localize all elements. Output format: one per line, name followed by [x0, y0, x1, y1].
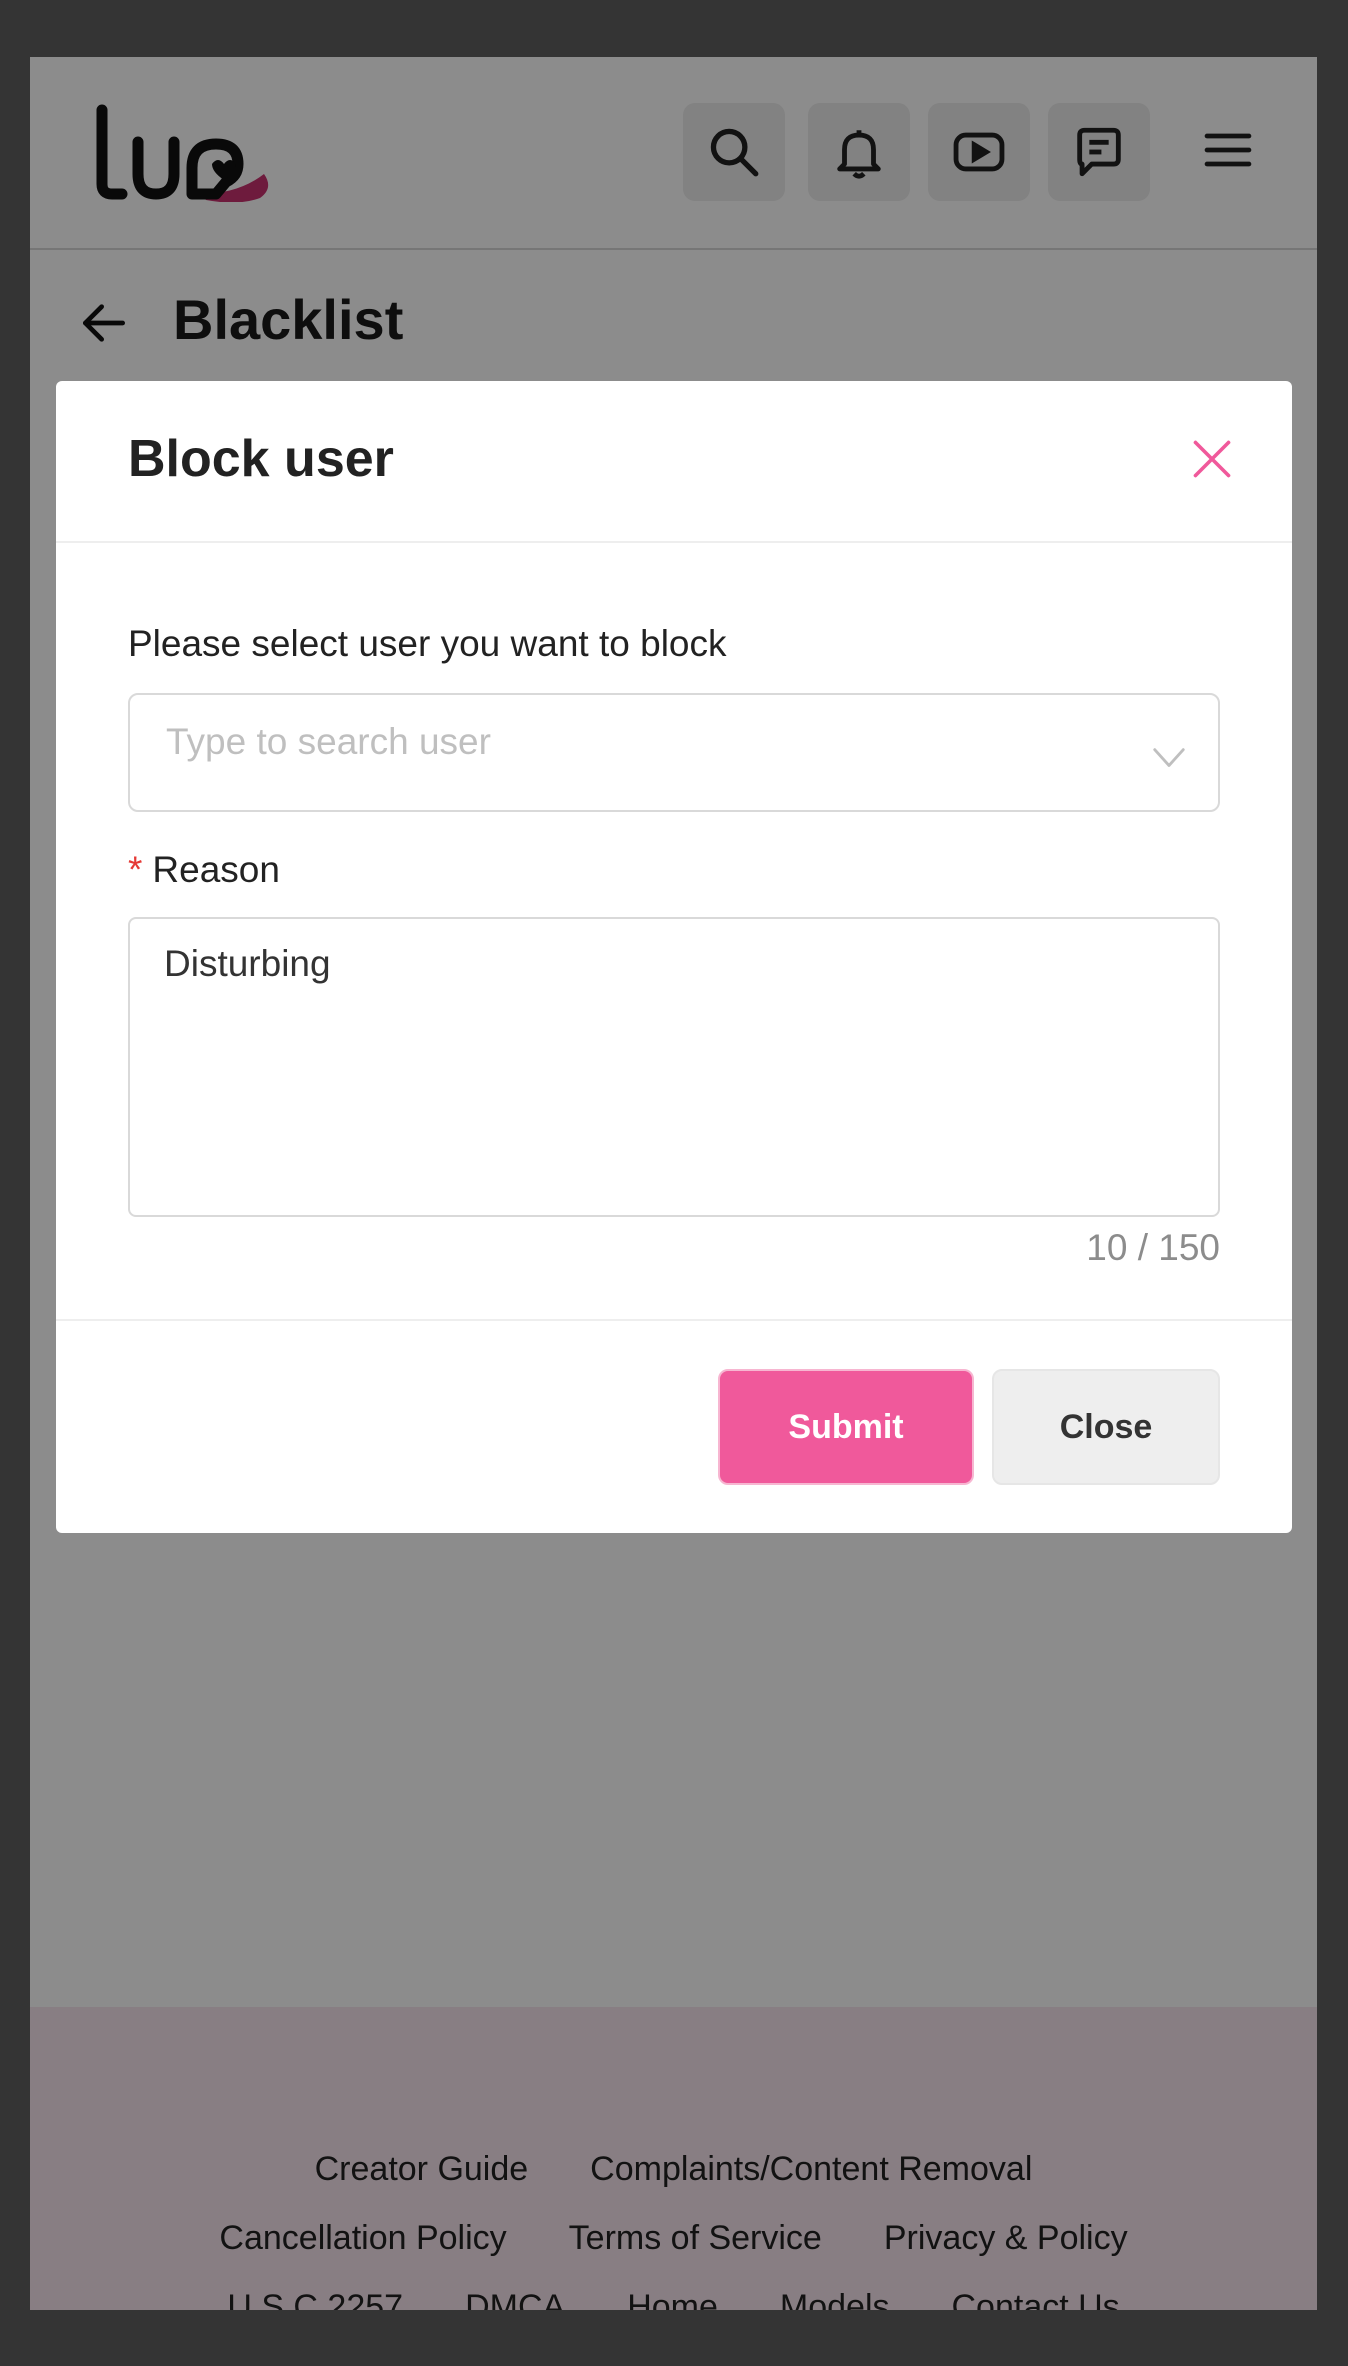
- reason-label: * Reason: [128, 849, 280, 891]
- modal-header: Block user: [56, 381, 1292, 543]
- reason-textarea[interactable]: Disturbing: [128, 917, 1220, 1217]
- modal-title: Block user: [128, 430, 394, 488]
- submit-button[interactable]: Submit: [718, 1369, 974, 1485]
- character-counter: 10 / 150: [1086, 1227, 1220, 1268]
- chevron-down-icon: [1153, 748, 1185, 767]
- user-search-placeholder: Type to search user: [166, 721, 491, 762]
- reason-label-text: Reason: [152, 849, 280, 890]
- close-icon[interactable]: [1190, 437, 1234, 481]
- user-search-select[interactable]: Type to search user: [128, 693, 1220, 812]
- close-button[interactable]: Close: [992, 1369, 1220, 1485]
- modal-footer-divider: [56, 1319, 1292, 1321]
- block-user-modal: Block user Please select user you want t…: [56, 381, 1292, 1533]
- user-select-label: Please select user you want to block: [128, 623, 727, 664]
- reason-value: Disturbing: [164, 943, 331, 984]
- required-mark: *: [128, 849, 143, 890]
